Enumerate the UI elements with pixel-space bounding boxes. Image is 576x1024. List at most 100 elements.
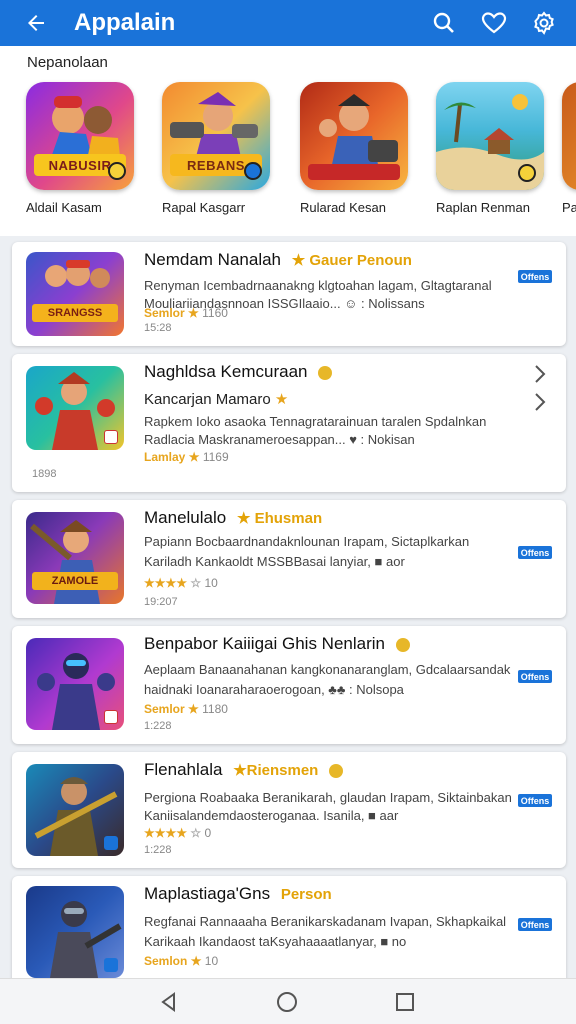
item-date: 19:207 — [144, 596, 178, 608]
icon-banner — [308, 164, 400, 180]
system-nav-bar — [0, 978, 576, 1024]
app-title: Appalain — [74, 9, 176, 36]
item-tag-text: Riensmen — [246, 762, 319, 779]
item-title: Naghldsa Kemcuraan — [144, 362, 333, 382]
icon-banner: SRANGSS — [32, 304, 118, 322]
offer-button[interactable]: Offens — [518, 546, 552, 559]
item-description-2: Karikaah Ikandaost taKsyahaaaatlanyar, ■… — [144, 934, 407, 949]
badge-chip-icon — [104, 836, 118, 850]
offer-button[interactable]: Offens — [518, 794, 552, 807]
badge-chip-icon — [104, 958, 118, 972]
item-date: 1:228 — [144, 844, 172, 856]
featured-item-name: Aldail Kasam — [26, 200, 102, 215]
item-subtitle: Kancarjan Mamaro ★ — [144, 390, 288, 408]
emoji-icon — [395, 637, 410, 652]
list-item[interactable]: ZAMOLE Manelulalo ★ Ehusman Papiann Bocb… — [12, 500, 566, 618]
item-rating: ★★★★ ☆ 0 — [144, 826, 211, 840]
rating-label: Semlon — [144, 954, 188, 968]
rating-label: Semlor — [144, 306, 185, 320]
item-description-2: Kariladh Kankaoldt MSSBBasai lanyiar, ■ … — [144, 554, 405, 569]
item-tag: ★ Ehusman — [236, 510, 323, 527]
list-item[interactable]: Benpabor Kaiiigai Ghis Nenlarin Aeplaam … — [12, 626, 566, 744]
app-bar: Appalain — [0, 0, 576, 46]
featured-item[interactable]: Pa — [562, 82, 576, 215]
badge-chip-icon — [104, 710, 118, 724]
featured-item-name: Pa — [562, 200, 576, 215]
item-date: 15:28 — [144, 322, 172, 334]
game-icon — [562, 82, 576, 190]
item-description: Aeplaam Banaanahanan kangkonanaranglam, … — [144, 662, 511, 677]
rating-label: Lamlay — [144, 450, 186, 464]
item-rating: ★★★★ ☆ 10 — [144, 576, 218, 590]
badge-chip-icon — [518, 164, 536, 182]
game-icon — [26, 886, 124, 978]
featured-item-name: Rularad Kesan — [300, 200, 386, 215]
item-title-text: Benpabor Kaiiigai Ghis Nenlarin — [144, 634, 385, 653]
featured-item[interactable]: Raplan Renman — [436, 82, 556, 215]
star-icon: ★ — [188, 702, 199, 716]
featured-section: Nepanolaan NABUSIR Aldail Kasam REBANS R… — [0, 46, 576, 236]
heart-icon[interactable] — [476, 5, 512, 41]
item-tag: ★ Gauer Penoun — [291, 252, 412, 269]
item-title: Flenahlala ★Riensmen — [144, 760, 344, 780]
featured-item[interactable]: REBANS Rapal Kasgarr — [162, 82, 282, 215]
game-icon: SRANGSS — [26, 252, 124, 336]
offer-button[interactable]: Offens — [518, 270, 552, 283]
item-rating: Semlor ★ 1180 — [144, 702, 228, 716]
rating-label: Semlor — [144, 702, 185, 716]
featured-item-name: Rapal Kasgarr — [162, 200, 246, 215]
item-description: Rapkem Ioko asaoka Tennagratarainuan tar… — [144, 414, 487, 429]
empty-star-icon: ☆ — [190, 576, 202, 590]
item-description-2: Kaniisalandemdaosteroganaa. Isanila, ■ a… — [144, 808, 399, 823]
back-triangle-icon[interactable] — [154, 987, 184, 1017]
rating-count: 10 — [204, 954, 219, 968]
game-icon: NABUSIR — [26, 82, 134, 190]
rating-count: 1169 — [202, 450, 229, 464]
item-description-2: Radlacia Maskranameroesappan... ♥ : Noki… — [144, 432, 415, 447]
featured-item[interactable]: NABUSIR Aldail Kasam — [26, 82, 146, 215]
verified-badge-icon — [318, 365, 333, 380]
item-title: Maplastiaga'Gns Person — [144, 884, 332, 904]
rating-count: 0 — [204, 826, 212, 840]
featured-item[interactable]: Rularad Kesan — [300, 82, 420, 215]
item-title-text: Flenahlala — [144, 760, 223, 779]
verified-badge-icon — [329, 763, 344, 778]
item-tag-text: Gauer Penoun — [309, 252, 412, 269]
game-icon — [26, 638, 124, 730]
item-title-text: Nemdam Nanalah — [144, 250, 282, 269]
icon-banner: ZAMOLE — [32, 572, 118, 590]
list-item[interactable]: SRANGSS Nemdam Nanalah ★ Gauer Penoun Re… — [12, 242, 566, 346]
featured-item-name: Raplan Renman — [436, 200, 530, 215]
offer-button[interactable]: Offens — [518, 918, 552, 931]
item-title-text: Naghldsa Kemcuraan — [144, 362, 308, 381]
back-arrow-icon[interactable] — [20, 7, 52, 39]
game-icon: ZAMOLE — [26, 512, 124, 604]
item-rating: Lamlay ★ 1169 — [144, 450, 229, 464]
item-tag: ★Riensmen — [233, 762, 319, 779]
home-circle-icon[interactable] — [272, 987, 302, 1017]
recents-square-icon[interactable] — [390, 987, 420, 1017]
list-item[interactable]: Maplastiaga'Gns Person Regfanai Rannaaah… — [12, 876, 566, 988]
chevron-right-icon[interactable] — [532, 392, 548, 412]
item-description: Regfanai Rannaaaha Beranikarskadanam Iva… — [144, 914, 507, 929]
star-icon: ★★★★ — [144, 826, 188, 840]
game-icon — [26, 764, 124, 856]
item-title-text: Maplastiaga'Gns — [144, 884, 271, 903]
star-icon: ★ — [188, 450, 200, 464]
rating-count: 10 — [204, 576, 218, 590]
item-description: Papiann Bocbaardnandaknlounan Irapam, Si… — [144, 534, 470, 549]
chevron-right-icon[interactable] — [532, 364, 548, 384]
item-description: Pergiona Roabaaka Beranikarah, glaudan I… — [144, 790, 512, 805]
list-item[interactable]: Flenahlala ★Riensmen Pergiona Roabaaka B… — [12, 752, 566, 868]
item-title-text: Manelulalo — [144, 508, 227, 527]
search-icon[interactable] — [426, 5, 462, 41]
list-item[interactable]: Naghldsa Kemcuraan Kancarjan Mamaro ★ Ra… — [12, 354, 566, 492]
item-date: 1:228 — [144, 720, 172, 732]
settings-gear-icon[interactable] — [526, 5, 562, 41]
star-icon: ★ — [274, 391, 289, 408]
game-icon — [26, 366, 124, 450]
rating-count: 1160 — [202, 306, 228, 320]
item-subtitle-text: Kancarjan Mamaro — [144, 391, 271, 408]
item-title: Nemdam Nanalah ★ Gauer Penoun — [144, 250, 412, 270]
offer-button[interactable]: Offens — [518, 670, 552, 683]
